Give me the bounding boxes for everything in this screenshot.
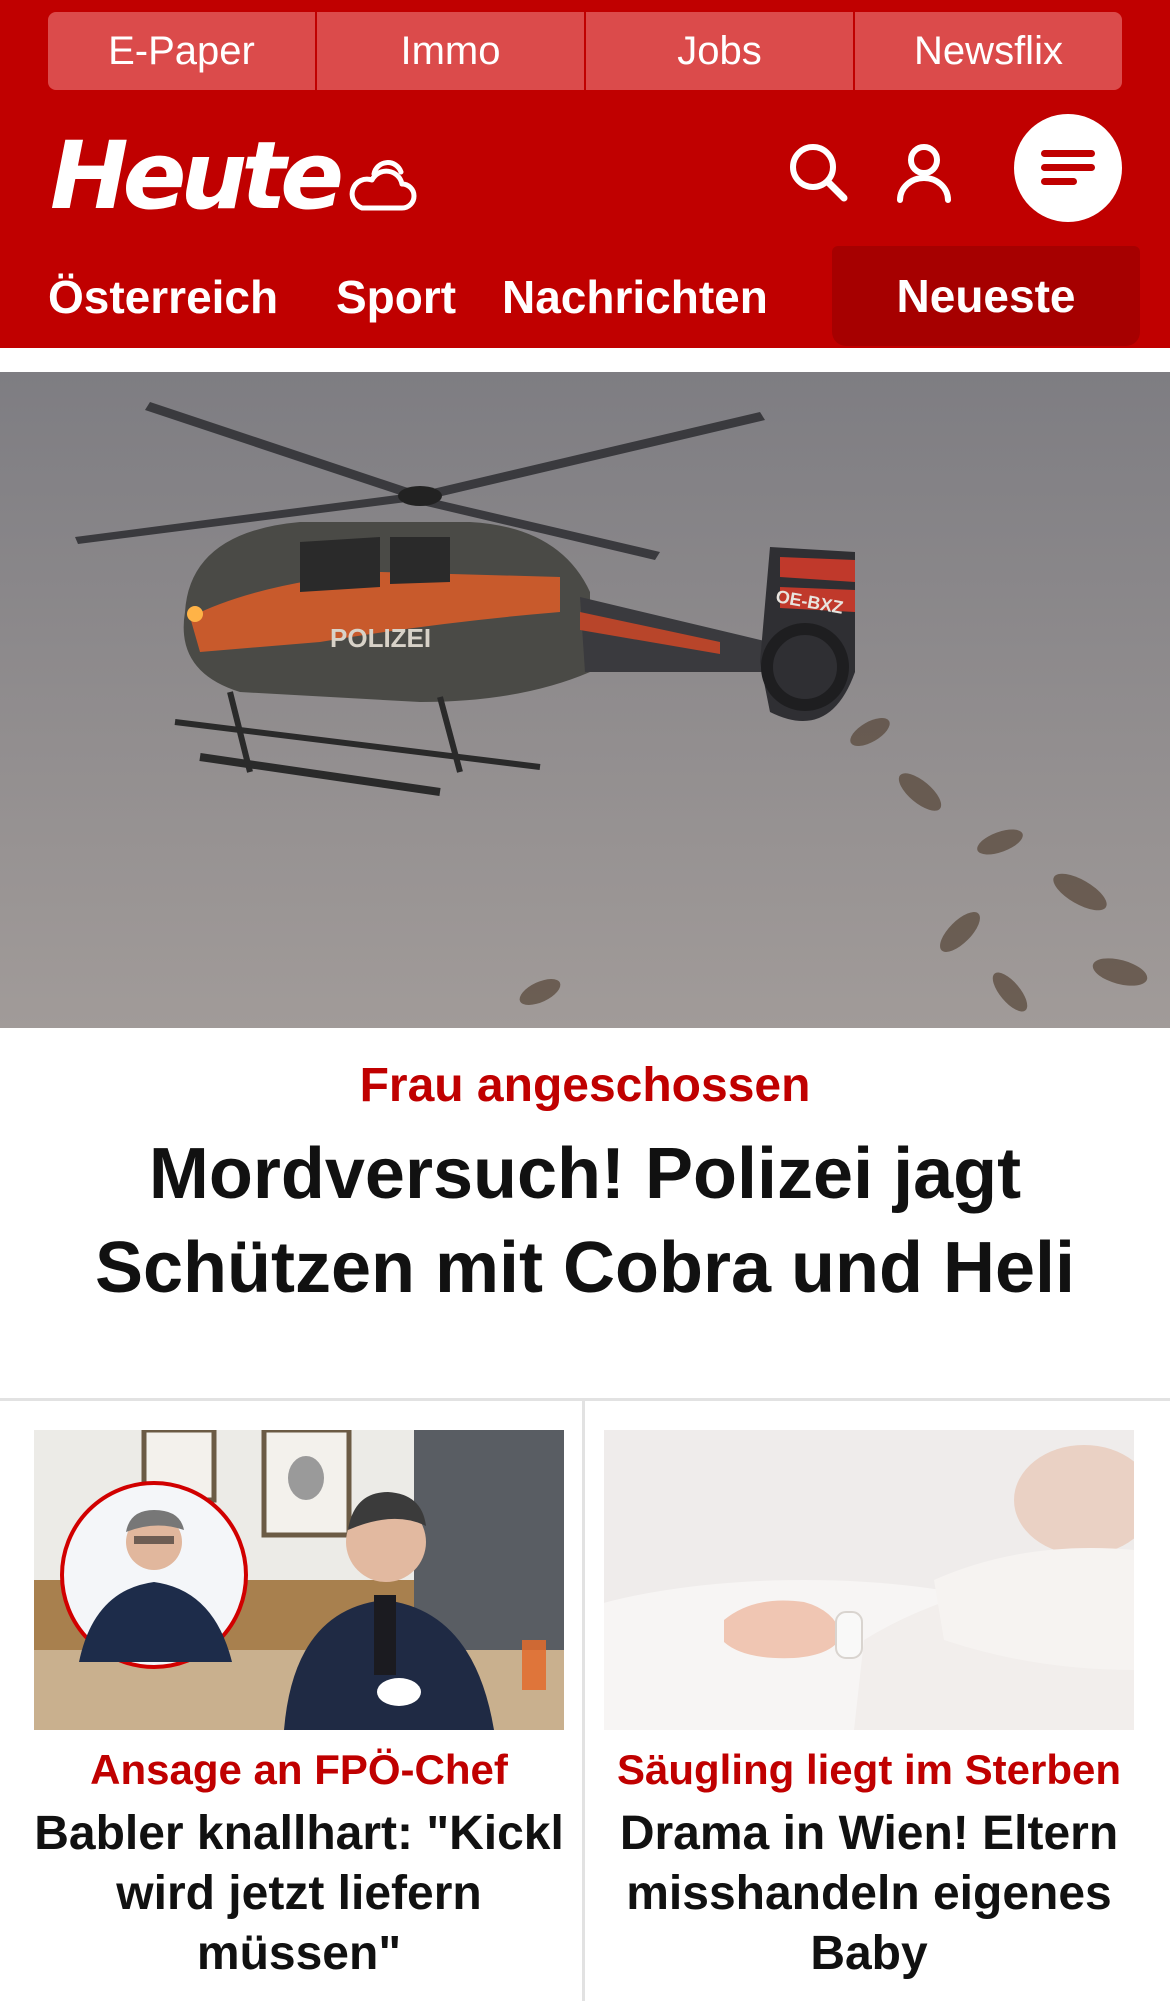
menu-button[interactable] <box>1014 114 1122 222</box>
article-card-baby[interactable]: Säugling liegt im Sterben Drama in Wien!… <box>604 1430 1134 1984</box>
article-headline[interactable]: Drama in Wien! Eltern misshandeln eigene… <box>604 1804 1134 1984</box>
nav-item-nachrichten[interactable]: Nachrichten <box>502 270 768 324</box>
hero-headline[interactable]: Mordversuch! Polizei jagt Schützen mit C… <box>60 1127 1110 1315</box>
site-logo[interactable]: Heute <box>50 130 344 224</box>
section-divider <box>0 1398 1170 1401</box>
article-headline[interactable]: Babler knallhart: "Kickl wird jetzt lief… <box>34 1804 564 1984</box>
nav-item-sport[interactable]: Sport <box>336 270 456 324</box>
article-image-babler[interactable] <box>34 1430 564 1730</box>
article-card-babler[interactable]: Ansage an FPÖ-Chef Babler knallhart: "Ki… <box>34 1430 564 1984</box>
service-link-epaper[interactable]: E-Paper <box>48 12 317 90</box>
site-header: E-Paper Immo Jobs Newsflix Heute Österre… <box>0 0 1170 348</box>
hero-kicker: Frau angeschossen <box>359 1059 811 1112</box>
user-icon[interactable] <box>884 132 964 212</box>
nav-item-neueste[interactable]: Neueste <box>832 246 1140 346</box>
column-divider <box>582 1401 585 2001</box>
cloud-sun-icon[interactable] <box>344 152 420 216</box>
service-link-jobs[interactable]: Jobs <box>586 12 855 90</box>
hero-image-text-polizei: POLIZEI <box>330 623 431 653</box>
main-nav: Österreich Sport Nachrichten Neueste <box>0 246 1170 346</box>
article-kicker: Ansage an FPÖ-Chef <box>90 1746 508 1793</box>
search-icon[interactable] <box>778 132 858 212</box>
hero-article[interactable]: Frau angeschossen Mordversuch! Polizei j… <box>0 1028 1170 1398</box>
service-link-immo[interactable]: Immo <box>317 12 586 90</box>
service-bar: E-Paper Immo Jobs Newsflix <box>48 12 1122 90</box>
hero-image[interactable]: POLIZEI OE-BXZ <box>0 372 1170 1028</box>
nav-item-oesterreich[interactable]: Österreich <box>48 270 278 324</box>
article-kicker: Säugling liegt im Sterben <box>616 1746 1122 1793</box>
article-image-baby[interactable] <box>604 1430 1134 1730</box>
service-link-newsflix[interactable]: Newsflix <box>855 12 1122 90</box>
menu-icon <box>1041 150 1095 185</box>
brand-row: Heute <box>0 110 1170 240</box>
